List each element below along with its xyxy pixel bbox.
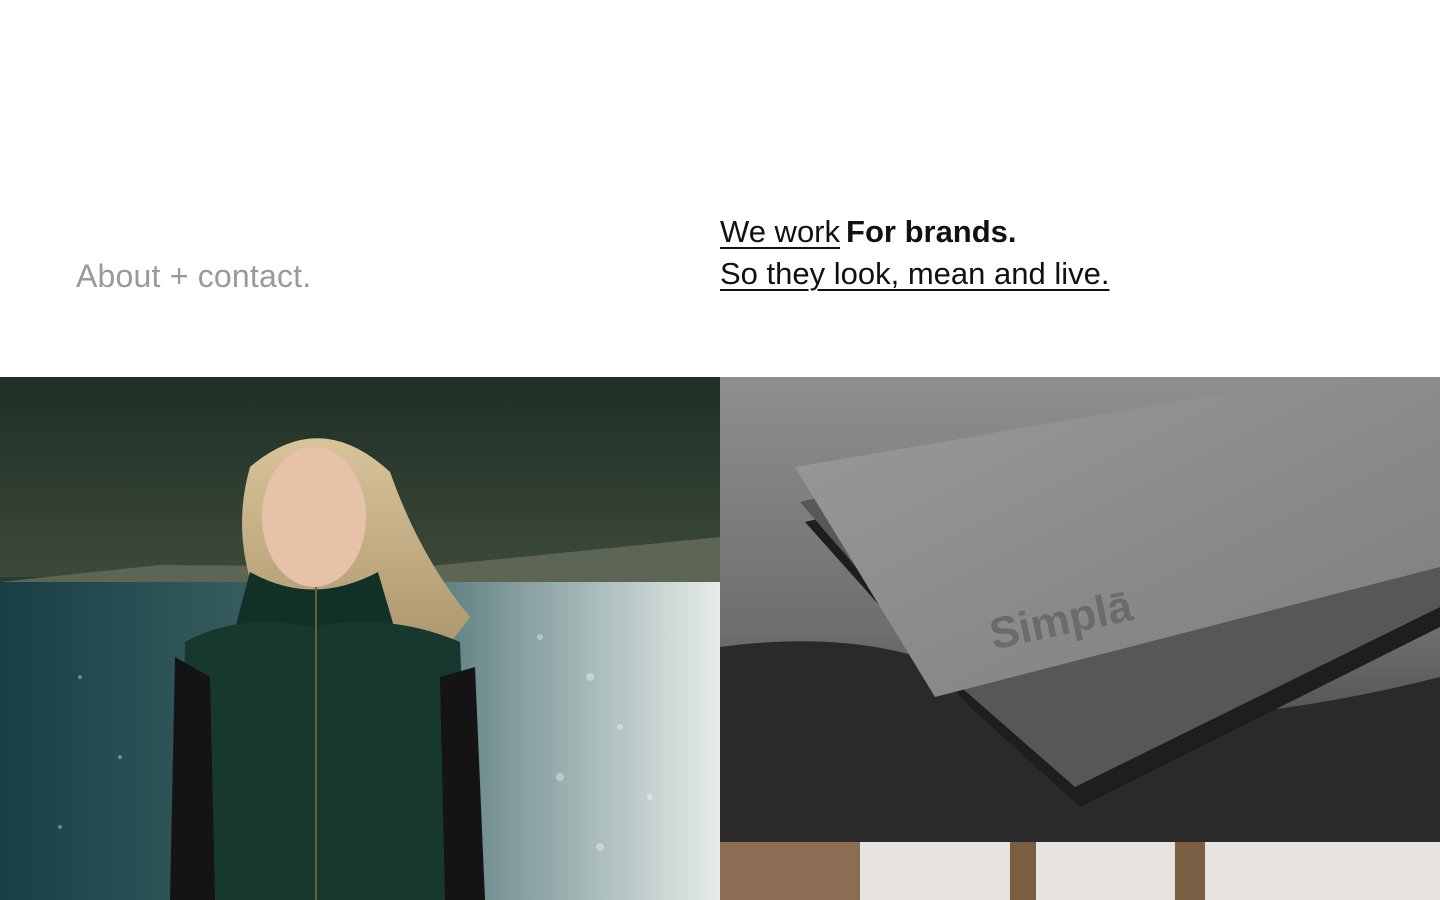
for-brands-text: For brands. (846, 214, 1017, 249)
intro-heading: We work For brands. So they look, mean an… (720, 211, 1109, 295)
interior-photo (720, 842, 1440, 900)
we-work-link[interactable]: We work (720, 214, 840, 249)
business-cards-photo: Simplā (720, 377, 1440, 842)
about-contact-link[interactable]: About + contact. (76, 256, 311, 296)
tagline-link[interactable]: So they look, mean and live. (720, 256, 1109, 291)
woman-lake-photo (0, 377, 720, 900)
project-tile-interior[interactable] (720, 842, 1440, 900)
project-tile-simpla[interactable]: Simplā (720, 377, 1440, 842)
project-tile-lake[interactable] (0, 377, 720, 900)
